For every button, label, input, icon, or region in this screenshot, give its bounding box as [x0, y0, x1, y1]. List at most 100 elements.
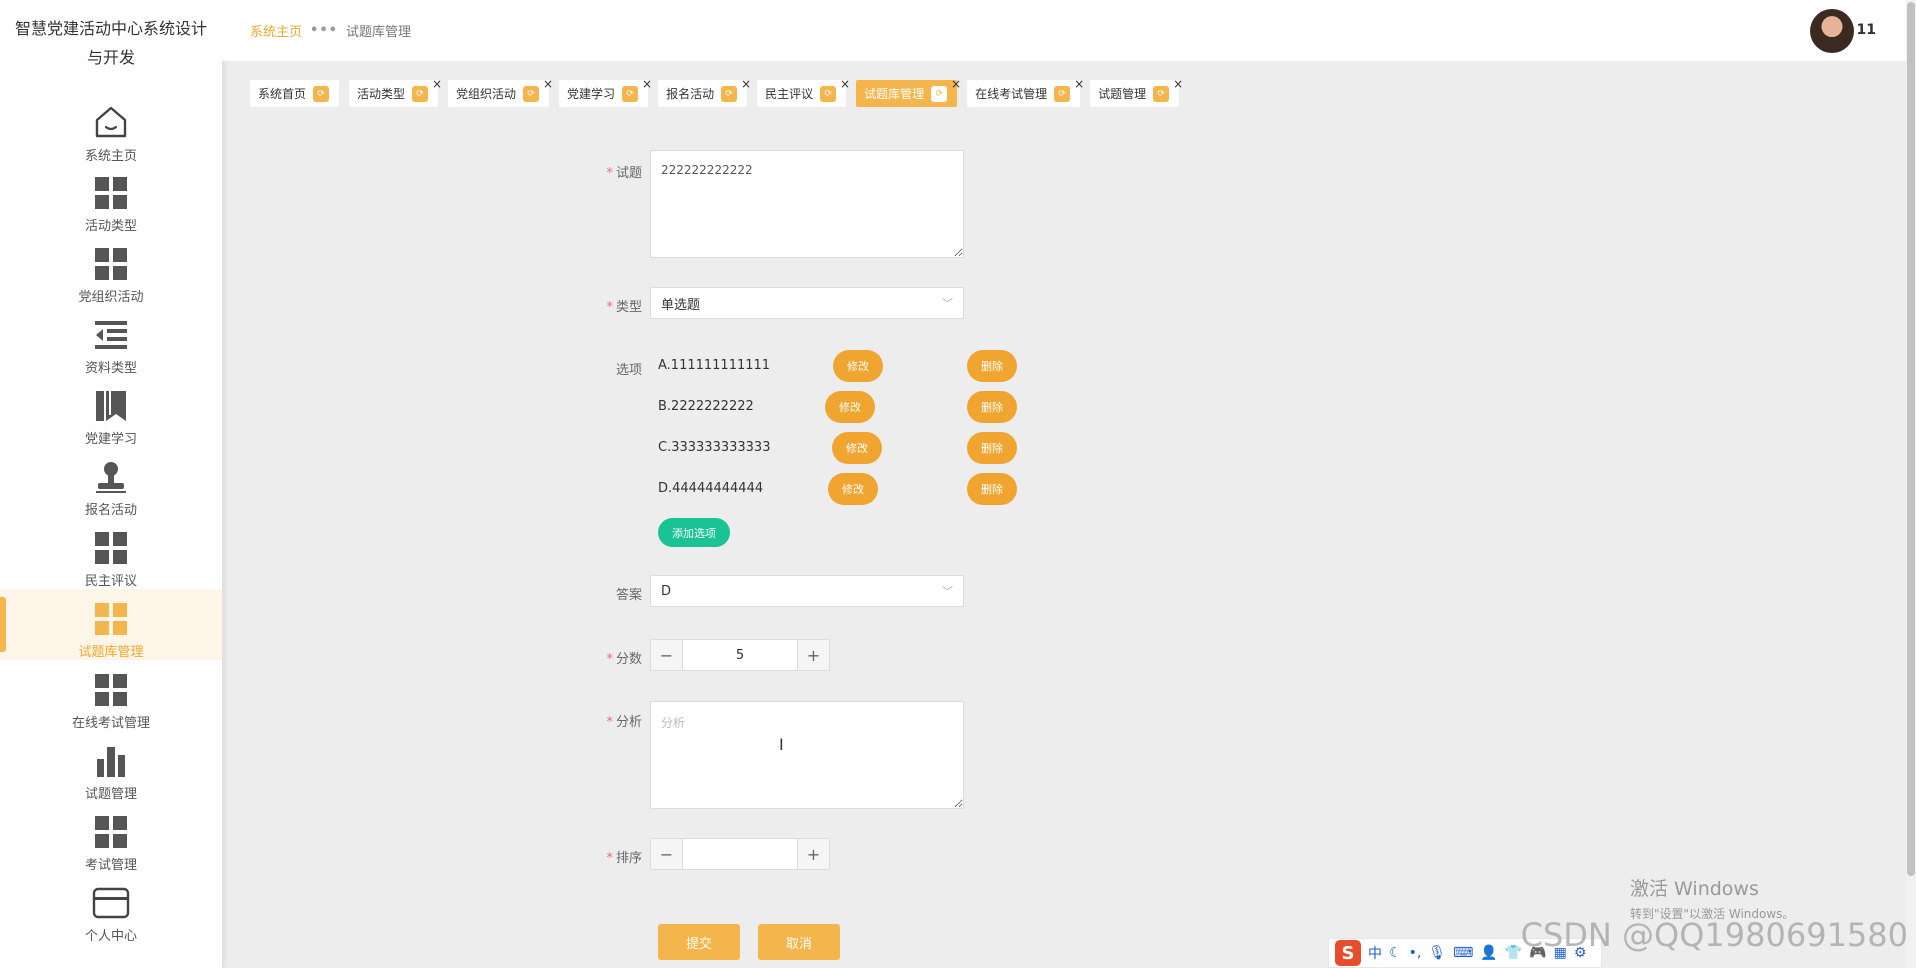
score-label: * 分数: [606, 652, 642, 667]
breadcrumb-home-link[interactable]: 系统主页: [250, 21, 302, 40]
home-icon: [91, 102, 131, 142]
close-icon[interactable]: ×: [840, 77, 850, 91]
refresh-icon[interactable]: ⟳: [820, 85, 837, 102]
sidebar-item-party-study[interactable]: 党建学习: [0, 376, 222, 447]
order-input[interactable]: [683, 839, 797, 869]
score-row: * 分数 − 5 +: [590, 639, 830, 671]
type-select[interactable]: 单选题 ﹀: [650, 287, 964, 319]
decrement-button[interactable]: −: [651, 640, 683, 670]
tab-question-bank[interactable]: 试题库管理 ⟳ ×: [856, 77, 961, 107]
close-icon[interactable]: ×: [741, 77, 751, 91]
analysis-textarea[interactable]: [650, 701, 964, 809]
tab-signup-activity[interactable]: 报名活动 ⟳ ×: [658, 77, 751, 107]
breadcrumb: 系统主页 ••• 试题库管理: [250, 21, 411, 40]
sidebar-item-label: 考试管理: [84, 858, 137, 873]
refresh-icon[interactable]: ⟳: [313, 85, 330, 102]
scrollbar-thumb[interactable]: [1907, 2, 1915, 876]
cancel-button[interactable]: 取消: [758, 924, 840, 960]
question-textarea[interactable]: 222222222222: [650, 150, 964, 258]
breadcrumb-separator: •••: [310, 23, 338, 38]
sidebar-item-label: 报名活动: [84, 503, 137, 518]
tab-activity-type[interactable]: 活动类型 ⟳ ×: [349, 77, 442, 107]
refresh-icon[interactable]: ⟳: [622, 85, 639, 102]
refresh-icon[interactable]: ⟳: [412, 85, 429, 102]
csdn-watermark: CSDN @QQ1980691580: [1520, 916, 1908, 954]
close-icon[interactable]: ×: [1173, 77, 1183, 91]
moon-icon[interactable]: ☾: [1389, 945, 1402, 961]
keyboard-icon[interactable]: ⌨: [1453, 945, 1473, 961]
avatar[interactable]: [1810, 9, 1854, 53]
sidebar-item-material-type[interactable]: 资料类型: [0, 305, 222, 376]
close-icon[interactable]: ×: [543, 77, 553, 91]
add-option-button[interactable]: 添加选项: [658, 518, 730, 547]
answer-select[interactable]: D ﹀: [650, 575, 964, 607]
sidebar-item-label: 活动类型: [84, 219, 137, 234]
refresh-icon[interactable]: ⟳: [523, 85, 540, 102]
increment-button[interactable]: +: [797, 640, 829, 670]
sidebar-item-home[interactable]: 系统主页: [0, 92, 222, 164]
refresh-icon[interactable]: ⟳: [1054, 85, 1071, 102]
sidebar-item-personal-center[interactable]: 个人中心: [0, 873, 222, 944]
option-delete-button[interactable]: 删除: [967, 391, 1017, 423]
tab-question-manage[interactable]: 试题管理 ⟳ ×: [1090, 77, 1183, 107]
shirt-icon[interactable]: 👕: [1505, 945, 1522, 961]
sidebar-item-exam-manage[interactable]: 考试管理: [0, 802, 222, 873]
breadcrumb-current: 试题库管理: [345, 25, 411, 40]
sidebar-item-question-manage[interactable]: 试题管理: [0, 731, 222, 802]
option-item: D.44444444444: [658, 481, 764, 496]
tab-label: 党建学习: [567, 87, 616, 101]
ime-mode[interactable]: 中: [1368, 943, 1382, 963]
close-icon[interactable]: ×: [642, 77, 652, 91]
sidebar-item-label: 在线考试管理: [71, 716, 150, 731]
tab-bar: 系统首页 ⟳ 活动类型 ⟳ × 党组织活动 ⟳ × 党建学习 ⟳ × 报名活动 …: [250, 77, 1183, 107]
sogou-logo-icon[interactable]: S: [1335, 940, 1361, 966]
analysis-row: * 分析: [590, 701, 964, 809]
indent-list-icon: [91, 315, 131, 354]
sidebar: 智慧党建活动中心系统设计与开发 系统主页 活动类型 党组织活动 资料类型 党建学…: [0, 0, 222, 968]
tab-democratic-review[interactable]: 民主评议 ⟳ ×: [757, 77, 850, 107]
option-item: A.111111111111: [658, 358, 771, 373]
decrement-button[interactable]: −: [651, 839, 683, 869]
tab-party-activity[interactable]: 党组织活动 ⟳ ×: [448, 77, 553, 107]
sidebar-item-label: 民主评议: [84, 574, 137, 589]
option-delete-button[interactable]: 删除: [967, 473, 1017, 505]
option-edit-button[interactable]: 修改: [825, 391, 875, 423]
option-delete-button[interactable]: 删除: [967, 350, 1017, 382]
close-icon[interactable]: ×: [1074, 77, 1084, 91]
page-scrollbar[interactable]: [1906, 0, 1916, 968]
sidebar-item-signup-activity[interactable]: 报名活动: [0, 447, 222, 518]
refresh-icon[interactable]: ⟳: [1153, 85, 1170, 102]
option-edit-button[interactable]: 修改: [828, 473, 878, 505]
option-edit-button[interactable]: 修改: [832, 432, 882, 464]
user-stamp-icon: [91, 457, 131, 496]
sidebar-item-democratic-review[interactable]: 民主评议: [0, 518, 222, 589]
refresh-icon[interactable]: ⟳: [931, 85, 948, 102]
microphone-icon[interactable]: 🎙: [1428, 945, 1446, 961]
refresh-icon[interactable]: ⟳: [721, 85, 738, 102]
user-name[interactable]: 11: [1857, 22, 1876, 38]
answer-select-value: D: [661, 583, 672, 599]
user-icon[interactable]: 👤: [1480, 945, 1497, 961]
option-edit-button[interactable]: 修改: [833, 350, 883, 382]
book-icon: [91, 386, 131, 425]
chevron-down-icon: ﹀: [942, 585, 953, 598]
punctuation-icon[interactable]: •,: [1409, 945, 1422, 961]
tab-label: 活动类型: [357, 87, 406, 101]
close-icon[interactable]: ×: [432, 77, 442, 91]
tab-online-exam[interactable]: 在线考试管理 ⟳ ×: [967, 77, 1084, 107]
sidebar-item-question-bank[interactable]: 试题库管理: [0, 589, 222, 660]
option-delete-button[interactable]: 删除: [967, 432, 1017, 464]
tab-party-study[interactable]: 党建学习 ⟳ ×: [559, 77, 652, 107]
submit-button[interactable]: 提交: [658, 924, 740, 960]
sidebar-item-party-activity[interactable]: 党组织活动: [0, 234, 222, 305]
tab-home[interactable]: 系统首页 ⟳: [250, 80, 340, 107]
tab-label: 党组织活动: [456, 87, 517, 101]
increment-button[interactable]: +: [797, 839, 829, 869]
sidebar-menu: 系统主页 活动类型 党组织活动 资料类型 党建学习 报名活动 民主评议 试题库管…: [0, 92, 222, 944]
options-label: 选项: [615, 363, 642, 378]
activate-title: 激活 Windows: [1630, 878, 1759, 900]
close-icon[interactable]: ×: [951, 77, 961, 91]
sidebar-item-online-exam[interactable]: 在线考试管理: [0, 660, 222, 731]
score-input[interactable]: 5: [683, 640, 797, 670]
sidebar-item-activity-type[interactable]: 活动类型: [0, 163, 222, 234]
